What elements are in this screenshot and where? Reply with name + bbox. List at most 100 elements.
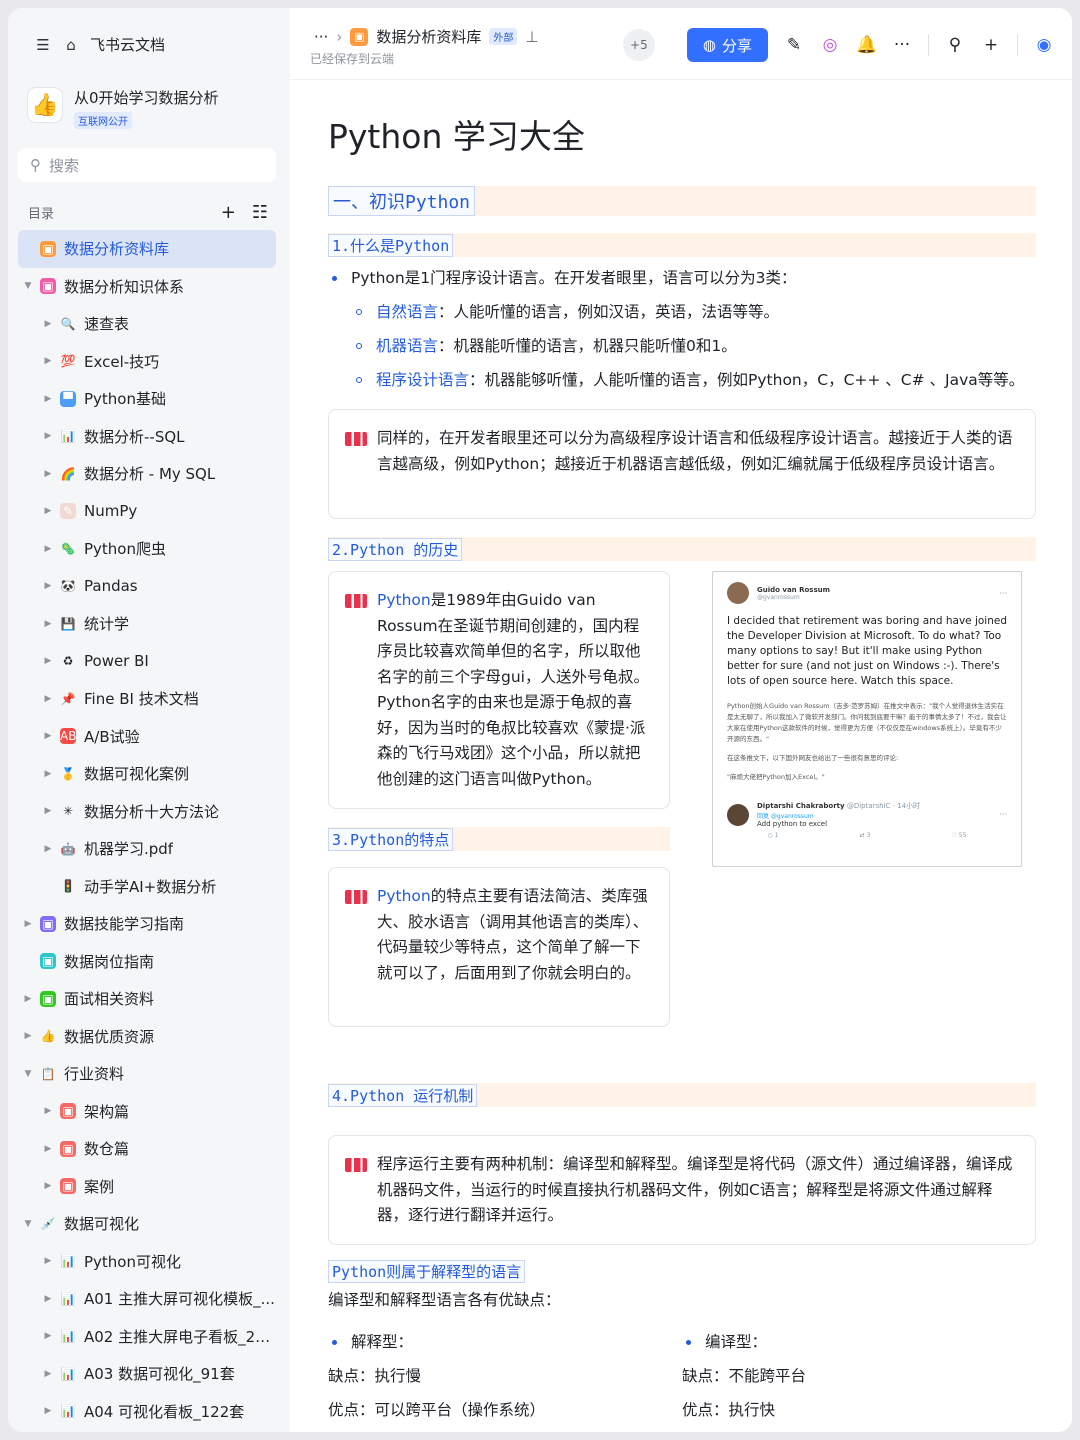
sidebar-item[interactable]: ▶ 📊 数据分析--SQL — [18, 418, 276, 456]
sidebar-item-label: 数据可视化 — [64, 1215, 140, 1234]
create-icon[interactable]: + — [981, 35, 1001, 55]
search-icon[interactable]: ⚲ — [945, 35, 965, 55]
pin-icon[interactable]: ⊥ — [525, 28, 538, 46]
sidebar-item[interactable]: ▶ 📊 A01 主推大屏可视化模板_... — [18, 1280, 276, 1318]
chevron-right-icon[interactable]: ▶ — [42, 506, 54, 516]
sidebar-item-label: Pandas — [84, 577, 138, 596]
sidebar-item[interactable]: 🚦 动手学AI+数据分析 — [18, 868, 276, 906]
callout: 同样的，在开发者眼里还可以分为高级程序设计语言和低级程序设计语言。越接近于人类的… — [328, 409, 1036, 519]
sidebar-item[interactable]: ▶ 🦠 Python爬虫 — [18, 530, 276, 568]
more-options-icon[interactable]: ··· — [892, 35, 912, 55]
chevron-right-icon[interactable]: ▶ — [42, 356, 54, 366]
share-button[interactable]: ◍ 分享 — [686, 28, 768, 62]
home-icon[interactable]: ⌂ — [62, 36, 80, 54]
home-label[interactable]: 飞书云文档 — [90, 34, 165, 55]
chevron-right-icon[interactable]: ▶ — [42, 394, 54, 404]
outline-icon[interactable]: ☷ — [252, 202, 268, 223]
chevron-right-icon[interactable]: ▶ — [42, 469, 54, 479]
collaborators-count[interactable]: +5 — [622, 29, 655, 61]
chevron-down-icon[interactable]: ▼ — [22, 281, 34, 291]
tweet-caption: "麻烦大佬把Python加入Excel。" — [727, 773, 825, 781]
sidebar-item[interactable]: ▶ ▀ Python基础 — [18, 380, 276, 418]
edit-icon[interactable]: ✎ — [784, 35, 804, 55]
sidebar-item-label: A/B试验 — [84, 727, 140, 746]
chevron-right-icon[interactable]: ▶ — [42, 844, 54, 854]
toolbar: +5 ◍ 分享 ✎ ◎ 🔔 ··· ⚲ + ◉ — [622, 28, 1054, 62]
collapse-sidebar-icon[interactable]: ☰ — [34, 36, 52, 54]
chevron-right-icon[interactable]: ▶ — [42, 806, 54, 816]
chevron-right-icon[interactable]: ▶ — [42, 1181, 54, 1191]
chevron-down-icon[interactable]: ▼ — [22, 1219, 34, 1229]
tweet-header: Guido van Rossum @gvanrossum ··· — [727, 582, 1007, 604]
chevron-right-icon[interactable]: ▶ — [42, 1369, 54, 1379]
sidebar-item[interactable]: ▶ 📌 Fine BI 技术文档 — [18, 680, 276, 718]
chevron-right-icon[interactable]: ▶ — [22, 1031, 34, 1041]
chevron-right-icon[interactable]: ▶ — [42, 769, 54, 779]
sidebar-item[interactable]: ▶ 🥇 数据可视化案例 — [18, 755, 276, 793]
sidebar-item[interactable]: ▶ 📊 A02 主推大屏电子看板_20套 — [18, 1318, 276, 1356]
search-icon: ⚲ — [30, 156, 41, 174]
sidebar-item[interactable]: ▶ 🤖 机器学习.pdf — [18, 830, 276, 868]
sidebar-item[interactable]: ▶ 💾 统计学 — [18, 605, 276, 643]
sidebar-item[interactable]: ▶ ▣ 数仓篇 — [18, 1130, 276, 1168]
ai-assistant-icon[interactable]: ◎ — [820, 35, 840, 55]
sidebar-item[interactable]: ▶ 🔍 速查表 — [18, 305, 276, 343]
chevron-right-icon[interactable]: ▶ — [22, 919, 34, 929]
sidebar-item[interactable]: ▶ 👍 数据优质资源 — [18, 1018, 276, 1056]
sidebar-item[interactable]: ▶ 🌈 数据分析 - My SQL — [18, 455, 276, 493]
chevron-right-icon[interactable]: ▶ — [42, 431, 54, 441]
chevron-right-icon[interactable]: ▶ — [42, 731, 54, 741]
sidebar-item[interactable]: ▶ 🐼 Pandas — [18, 568, 276, 606]
sidebar-item[interactable]: ▶ 💯 Excel-技巧 — [18, 343, 276, 381]
sidebar-item-label: 统计学 — [84, 615, 130, 634]
more-icon[interactable]: ··· — [314, 28, 328, 46]
search-input[interactable]: ⚲ 搜索 — [18, 148, 276, 182]
sidebar-item[interactable]: ▼ 📋 行业资料 — [18, 1055, 276, 1093]
list-item-text: Python是1门程序设计语言。在开发者眼里，语言可以分为3类： — [351, 269, 797, 287]
sidebar-item[interactable]: ▶ 📊 Python可视化 — [18, 1243, 276, 1281]
term: 自然语言 — [376, 303, 439, 321]
tweet-image[interactable]: Guido van Rossum @gvanrossum ··· I decid… — [712, 571, 1022, 867]
sidebar-item[interactable]: ▶ ✳ 数据分析十大方法论 — [18, 793, 276, 831]
chevron-right-icon[interactable]: ▶ — [42, 1144, 54, 1154]
chevron-right-icon[interactable]: ▶ — [42, 1256, 54, 1266]
chevron-right-icon[interactable]: ▶ — [42, 1406, 54, 1416]
chevron-right-icon[interactable]: ▶ — [42, 544, 54, 554]
sidebar-item[interactable]: ▣ 数据岗位指南 — [18, 943, 276, 981]
sidebar-item[interactable]: ▣ 数据分析资料库 — [18, 230, 276, 268]
external-tag: 外部 — [489, 28, 518, 45]
sidebar-item-label: 案例 — [84, 1177, 115, 1196]
chevron-right-icon[interactable]: ▶ — [22, 994, 34, 1004]
sidebar-item[interactable]: ▶ 📊 A04 可视化看板_122套 — [18, 1393, 276, 1431]
sidebar-item[interactable]: ▶ ♻ Power BI — [18, 643, 276, 681]
chevron-down-icon[interactable]: ▼ — [22, 1069, 34, 1079]
chevron-right-icon[interactable]: ▶ — [42, 1331, 54, 1341]
sidebar-item[interactable]: ▼ ▣ 数据分析知识体系 — [18, 268, 276, 306]
chevron-right-icon[interactable]: ▶ — [42, 1106, 54, 1116]
ticket-icon — [345, 594, 367, 608]
list-item: 编译型： — [682, 1325, 1036, 1359]
sidebar-item[interactable]: ▶ ✎ NumPy — [18, 493, 276, 531]
sidebar-item-label: Excel-技巧 — [84, 352, 160, 371]
sidebar-item[interactable]: ▼ 💉 数据可视化 — [18, 1205, 276, 1243]
workspace-header[interactable]: 👍 从0开始学习数据分析 互联网公开 — [28, 88, 219, 129]
chevron-right-icon[interactable]: ▶ — [42, 694, 54, 704]
chevron-right-icon[interactable]: ▶ — [42, 319, 54, 329]
doc-icon: ▣ — [40, 240, 56, 257]
chevron-right-icon[interactable]: ▶ — [42, 619, 54, 629]
bell-icon[interactable]: 🔔 — [856, 35, 877, 55]
sidebar-item[interactable]: ▶ ▣ 面试相关资料 — [18, 980, 276, 1018]
avatar[interactable]: ◉ — [1034, 35, 1054, 55]
sidebar-item[interactable]: ▶ ▣ 架构篇 — [18, 1093, 276, 1131]
sidebar-item[interactable]: ▶ ▣ 数据技能学习指南 — [18, 905, 276, 943]
doc-name[interactable]: 数据分析资料库 — [376, 26, 481, 47]
add-icon[interactable]: + — [221, 202, 236, 223]
chevron-right-icon[interactable]: ▶ — [42, 1294, 54, 1304]
chevron-right-icon[interactable]: ▶ — [42, 656, 54, 666]
chevron-right-icon[interactable]: ▶ — [42, 581, 54, 591]
sidebar-item[interactable]: ▶ ▣ 案例 — [18, 1168, 276, 1206]
tweet-text: I decided that retirement was boring and… — [727, 615, 1008, 687]
sidebar-item[interactable]: ▶ AB A/B试验 — [18, 718, 276, 756]
sidebar-item[interactable]: ▶ 📊 A03 数据可视化_91套 — [18, 1355, 276, 1393]
ticket-icon — [345, 432, 367, 446]
